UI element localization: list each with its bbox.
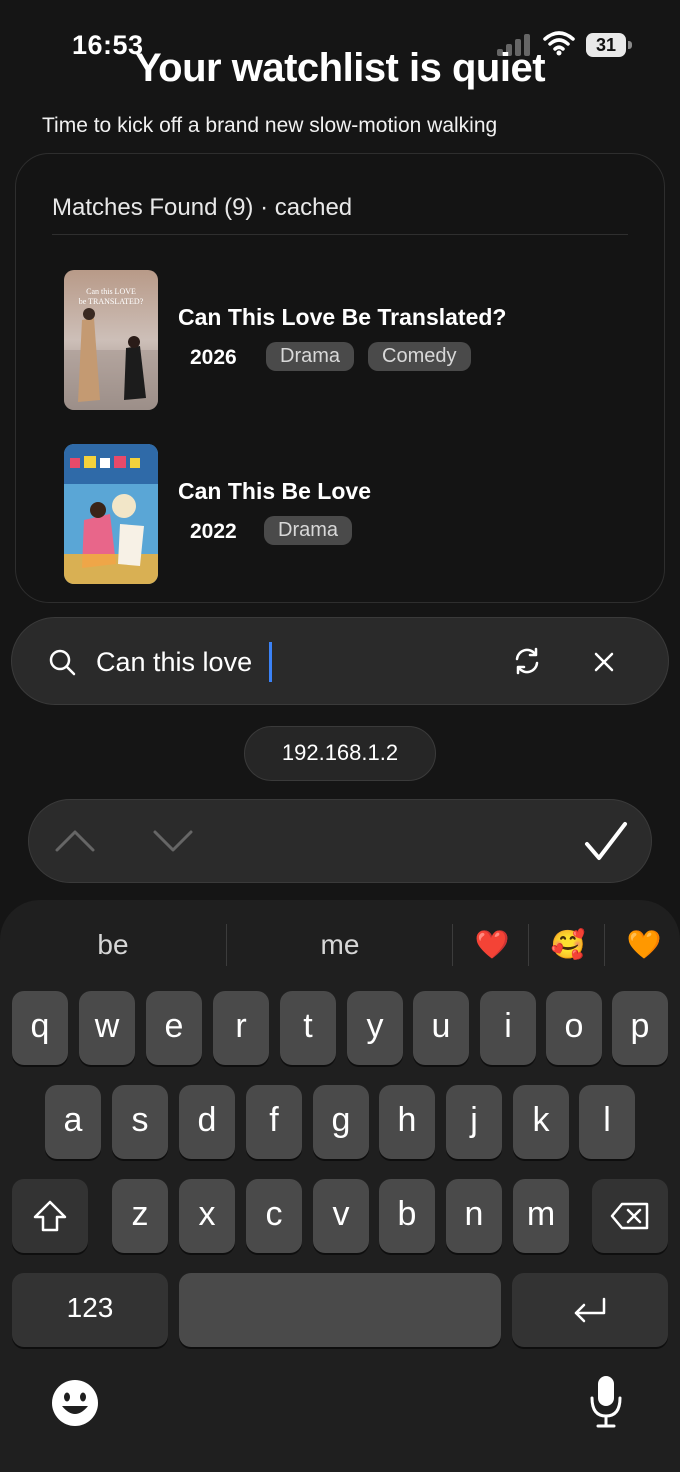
svg-text:Can this LOVE: Can this LOVE (86, 287, 136, 296)
key-d[interactable]: d (179, 1085, 235, 1159)
divider (528, 924, 529, 966)
keyboard: be me ❤️ 🥰 🧡 q w e r t y u i o p a s d f… (0, 900, 680, 1472)
genre-tags: Drama (264, 516, 353, 545)
return-icon (574, 1297, 606, 1323)
page-subtitle: Time to kick off a brand new slow-motion… (42, 114, 498, 137)
result-item[interactable]: Can this LOVE be TRANSLATED? Can This Lo… (64, 270, 624, 412)
key-a[interactable]: a (45, 1085, 101, 1159)
return-key[interactable] (512, 1273, 668, 1347)
suggestion-be[interactable]: be (20, 922, 206, 968)
genre-tag: Drama (266, 342, 355, 371)
result-year: 2022 (190, 520, 237, 543)
key-t[interactable]: t (280, 991, 336, 1065)
divider (52, 234, 628, 235)
key-v[interactable]: v (313, 1179, 369, 1253)
space-key[interactable] (179, 1273, 501, 1347)
microphone-icon[interactable] (588, 1374, 624, 1430)
close-icon[interactable] (592, 650, 616, 674)
poster-image (64, 444, 158, 584)
key-u[interactable]: u (413, 991, 469, 1065)
shift-key[interactable] (12, 1179, 88, 1253)
key-y[interactable]: y (347, 991, 403, 1065)
results-heading: Matches Found (9) · cached (52, 194, 353, 221)
result-item[interactable]: Can This Be Love 2022 Drama (64, 444, 624, 586)
divider (452, 924, 453, 966)
shift-icon (33, 1200, 67, 1232)
key-h[interactable]: h (379, 1085, 435, 1159)
search-input[interactable] (96, 644, 396, 680)
key-e[interactable]: e (146, 991, 202, 1065)
key-m[interactable]: m (513, 1179, 569, 1253)
key-b[interactable]: b (379, 1179, 435, 1253)
genre-tag: Comedy (368, 342, 471, 371)
genre-tag: Drama (264, 516, 353, 545)
result-title: Can This Love Be Translated? (178, 304, 507, 330)
key-q[interactable]: q (12, 991, 68, 1065)
genre-tags: Drama Comedy (266, 342, 471, 371)
result-title: Can This Be Love (178, 478, 371, 504)
backspace-icon (610, 1202, 649, 1230)
suggestion-me[interactable]: me (246, 922, 434, 968)
suggestion-emoji-smile-hearts[interactable]: 🥰 (538, 922, 598, 968)
svg-text:be TRANSLATED?: be TRANSLATED? (79, 297, 144, 306)
key-o[interactable]: o (546, 991, 602, 1065)
emoji-icon[interactable] (50, 1378, 100, 1428)
key-p[interactable]: p (612, 991, 668, 1065)
key-f[interactable]: f (246, 1085, 302, 1159)
key-l[interactable]: l (579, 1085, 635, 1159)
input-accessory-bar (28, 799, 652, 883)
key-j[interactable]: j (446, 1085, 502, 1159)
key-g[interactable]: g (313, 1085, 369, 1159)
key-x[interactable]: x (179, 1179, 235, 1253)
search-icon (49, 649, 76, 676)
key-w[interactable]: w (79, 991, 135, 1065)
key-n[interactable]: n (446, 1179, 502, 1253)
key-c[interactable]: c (246, 1179, 302, 1253)
page-title: Your watchlist is quiet (134, 46, 546, 90)
suggestion-emoji-orange-heart[interactable]: 🧡 (614, 922, 674, 968)
server-ip-badge[interactable]: 192.168.1.2 (244, 726, 436, 781)
key-s[interactable]: s (112, 1085, 168, 1159)
results-card: Matches Found (9) · cached Can this LOVE… (15, 153, 665, 603)
key-r[interactable]: r (213, 991, 269, 1065)
chevron-up-icon[interactable] (53, 824, 97, 858)
text-cursor (269, 642, 272, 682)
key-k[interactable]: k (513, 1085, 569, 1159)
refresh-icon[interactable] (512, 646, 542, 676)
key-i[interactable]: i (480, 991, 536, 1065)
backspace-key[interactable] (592, 1179, 668, 1253)
key-z[interactable]: z (112, 1179, 168, 1253)
divider (226, 924, 227, 966)
checkmark-icon[interactable] (583, 820, 629, 864)
numbers-key[interactable]: 123 (12, 1273, 168, 1347)
divider (604, 924, 605, 966)
result-year: 2026 (190, 346, 237, 369)
suggestion-emoji-heart[interactable]: ❤️ (462, 922, 522, 968)
poster-image: Can this LOVE be TRANSLATED? (64, 270, 158, 410)
chevron-down-icon[interactable] (151, 824, 195, 858)
search-bar (11, 617, 669, 705)
